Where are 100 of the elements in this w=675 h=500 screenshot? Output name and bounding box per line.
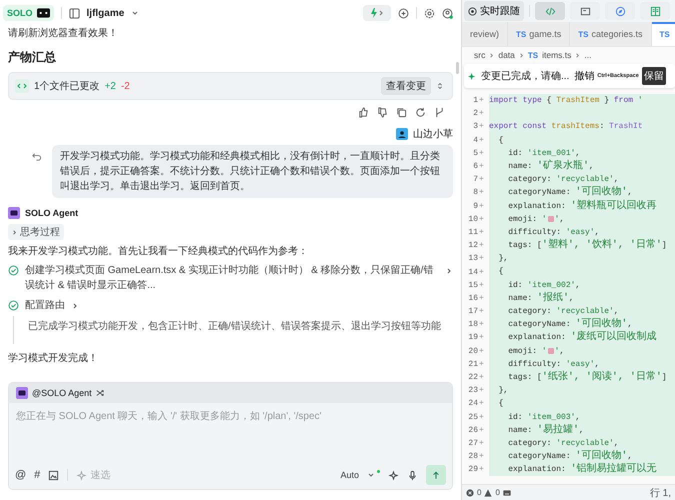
line-number: 9 xyxy=(472,202,478,211)
line-number: 15 xyxy=(467,280,478,290)
diff-marker: + xyxy=(478,175,485,184)
file-tab[interactable]: review) xyxy=(462,22,508,46)
user-message: 开发学习模式功能。学习模式功能和经典模式相比，没有倒计时，一直顺计时。且分类错误后，提示正确答案。不统计分数。只统计正确个数和错误个数。页面添加一个按钮叫退出学习。单击退出学习。返回到首页。 xyxy=(52,145,453,198)
terminal-tab[interactable] xyxy=(570,2,600,20)
settings-icon[interactable] xyxy=(424,8,435,18)
diff-message: 变更已完成，请确... xyxy=(481,70,570,83)
line-number: 18 xyxy=(467,320,478,330)
code-icon xyxy=(15,79,29,93)
chevron-icon xyxy=(575,52,580,58)
line-number: 2 xyxy=(472,109,478,118)
line-number: 24 xyxy=(467,399,478,408)
emoji-icon xyxy=(546,347,555,356)
diff-marker: + xyxy=(478,268,485,277)
sidebar-toggle-icon[interactable] xyxy=(68,8,80,18)
undo-button[interactable]: 撤销 xyxy=(572,69,594,83)
branch-icon[interactable] xyxy=(434,107,445,118)
breadcrumb-item[interactable]: src xyxy=(474,50,486,60)
line-number: 3 xyxy=(472,122,478,132)
file-type-label: TS xyxy=(660,30,670,38)
error-icon[interactable] xyxy=(466,488,474,496)
warning-icon[interactable] xyxy=(484,488,492,496)
line-number: 5 xyxy=(472,148,478,158)
file-tab[interactable]: TS game.ts xyxy=(508,22,570,46)
line-number: 12 xyxy=(467,241,478,250)
thumbs-down-icon[interactable] xyxy=(377,107,388,118)
error-count[interactable]: 0 xyxy=(477,488,482,497)
keep-button[interactable]: 保留 xyxy=(642,67,666,85)
model-selector[interactable]: Auto xyxy=(340,470,359,480)
diff-marker: + xyxy=(478,426,485,435)
status-dot-icon xyxy=(377,470,380,472)
step-link[interactable]: 配置路由 xyxy=(25,298,65,313)
chevron-icon[interactable] xyxy=(71,302,79,310)
diff-marker: + xyxy=(478,360,485,369)
target-icon xyxy=(468,6,477,16)
line-number: 23 xyxy=(467,386,478,396)
line-number: 19 xyxy=(467,333,478,342)
chat-input[interactable]: 您正在与 SOLO Agent 聊天，输入 '/' 获取更多能力，如 '/plan', '/spec' xyxy=(9,403,452,465)
tab-label[interactable]: review) xyxy=(470,29,500,39)
diff-marker: + xyxy=(478,399,485,408)
removed-count: -2 xyxy=(120,80,130,92)
diff-marker: + xyxy=(478,307,485,316)
diff-marker: + xyxy=(478,188,485,198)
line-number: 20 xyxy=(467,346,478,356)
mention-button[interactable]: @ xyxy=(15,469,26,481)
diff-marker: + xyxy=(478,96,485,106)
caret-icon[interactable] xyxy=(367,471,375,479)
diff-marker: + xyxy=(478,294,485,303)
shuffle-icon[interactable] xyxy=(96,389,104,397)
breadcrumb-item[interactable]: items.ts xyxy=(542,50,572,60)
tab-label[interactable]: game.ts xyxy=(529,29,562,39)
diff-marker: + xyxy=(478,386,485,396)
keyboard-icon[interactable] xyxy=(502,488,511,496)
expand-icon[interactable] xyxy=(436,82,444,90)
chevron-icon xyxy=(12,230,17,234)
follow-button[interactable]: 实时跟随 xyxy=(464,1,524,21)
user-icon[interactable] xyxy=(442,8,453,18)
hashtag-button[interactable]: # xyxy=(34,469,40,481)
breadcrumb-item[interactable]: data xyxy=(498,50,515,60)
send-button[interactable] xyxy=(426,465,446,485)
line-number: 25 xyxy=(467,412,478,422)
thumbs-up-icon[interactable] xyxy=(358,107,369,118)
undo-icon[interactable] xyxy=(31,151,42,162)
cursor-position[interactable]: 行 1, xyxy=(650,486,671,500)
tab-label[interactable]: categories.ts xyxy=(592,29,643,39)
new-chat-icon[interactable] xyxy=(398,8,409,18)
image-icon[interactable] xyxy=(48,470,60,480)
browser-tab[interactable] xyxy=(605,2,635,20)
thinking-toggle[interactable]: 思考过程 xyxy=(8,224,64,240)
breadcrumb-item[interactable]: ... xyxy=(584,50,592,60)
warning-count[interactable]: 0 xyxy=(495,488,500,497)
diff-marker: + xyxy=(478,202,485,211)
scrollbar-thumb[interactable] xyxy=(456,62,459,74)
file-tab[interactable]: TS xyxy=(652,22,675,46)
chevron-icon[interactable] xyxy=(445,267,453,275)
line-number: 6 xyxy=(472,162,478,172)
diff-marker: + xyxy=(478,412,485,422)
view-changes-button[interactable]: 查看变更 xyxy=(381,77,431,95)
agent-name: SOLO Agent xyxy=(25,208,78,218)
file-tab[interactable]: TS categories.ts xyxy=(570,22,652,46)
diff-marker: + xyxy=(478,109,485,118)
book-tab[interactable] xyxy=(640,2,670,20)
step-link[interactable]: 创建学习模式页面 GameLearn.tsx & 实现正计时功能（顺计时） & 移除分数，只保留正确/错误统计 & 错误时显示正确答... xyxy=(25,263,439,293)
copy-icon[interactable] xyxy=(396,107,407,118)
refresh-note: 请刷新浏览器查看效果！ xyxy=(8,26,119,41)
power-mode-button[interactable] xyxy=(363,5,391,21)
caret-icon[interactable] xyxy=(131,9,140,17)
diff-marker: + xyxy=(478,280,485,290)
diff-marker: + xyxy=(478,148,485,158)
diff-marker: + xyxy=(478,241,485,250)
refresh-icon[interactable] xyxy=(415,107,426,118)
lightning-icon xyxy=(369,8,385,18)
agent-icon xyxy=(16,387,28,399)
microphone-icon[interactable] xyxy=(407,470,418,480)
emoji-icon xyxy=(546,215,555,224)
line-number: 21 xyxy=(467,360,478,369)
sparkle-icon[interactable] xyxy=(388,470,399,480)
project-name[interactable]: ljflgame xyxy=(86,8,124,18)
diff-marker: + xyxy=(478,320,485,330)
